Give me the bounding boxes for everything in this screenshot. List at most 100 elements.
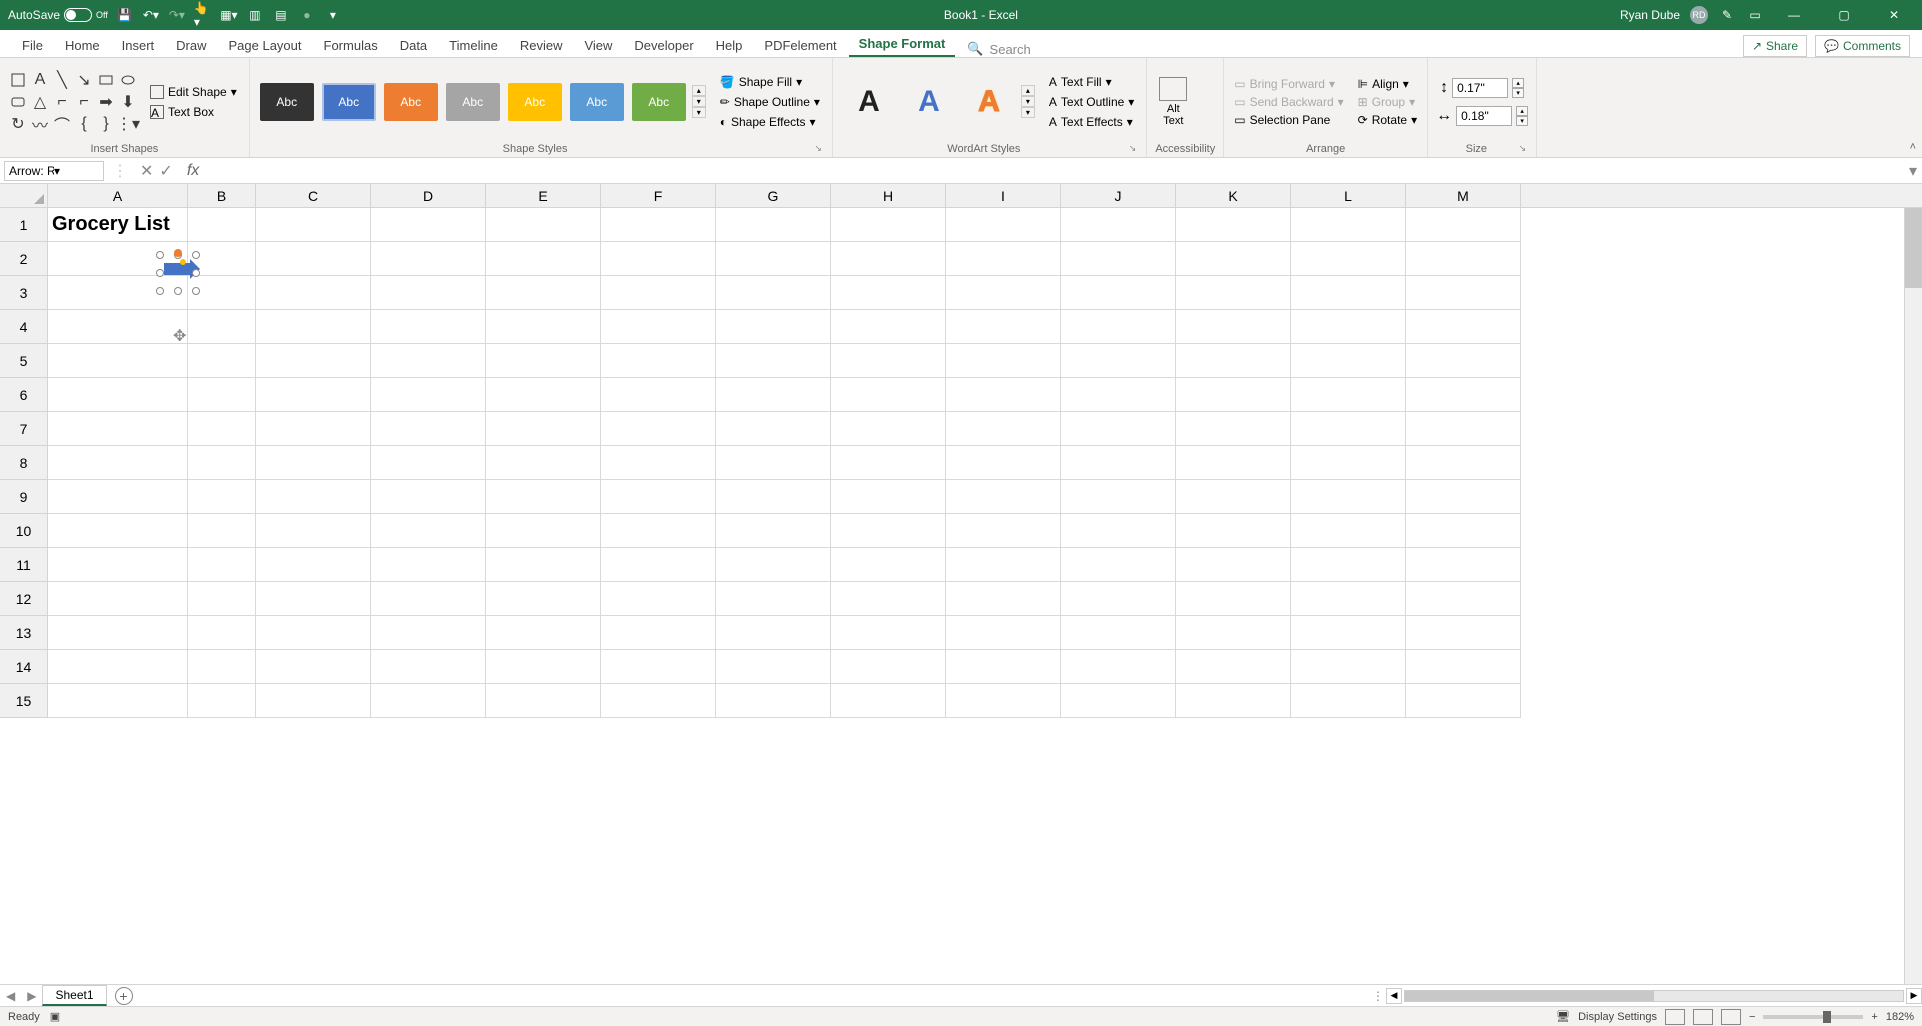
formula-input[interactable]: [205, 161, 1904, 180]
cell[interactable]: [371, 310, 486, 344]
add-sheet-button[interactable]: +: [115, 987, 133, 1005]
hscroll-left-icon[interactable]: ◀: [1386, 988, 1402, 1004]
cell[interactable]: [601, 582, 716, 616]
sheet-next-icon[interactable]: ▶: [21, 989, 42, 1003]
cell[interactable]: [1061, 344, 1176, 378]
cell[interactable]: [831, 548, 946, 582]
qa-icon-4[interactable]: ●: [298, 6, 316, 24]
cell[interactable]: [48, 480, 188, 514]
cell[interactable]: [48, 582, 188, 616]
cell[interactable]: [188, 548, 256, 582]
shape-arrow-right-icon[interactable]: ➡: [96, 92, 116, 112]
cell[interactable]: [48, 412, 188, 446]
zoom-out-button[interactable]: −: [1749, 1011, 1755, 1023]
tab-insert[interactable]: Insert: [112, 34, 165, 57]
cell[interactable]: [1176, 310, 1291, 344]
cell[interactable]: [831, 616, 946, 650]
cell[interactable]: [1176, 684, 1291, 718]
cell[interactable]: [1291, 208, 1406, 242]
cell[interactable]: [946, 650, 1061, 684]
cell[interactable]: [1176, 242, 1291, 276]
search-box[interactable]: 🔍 Search: [957, 41, 1040, 57]
cell[interactable]: [946, 378, 1061, 412]
shape-style-1[interactable]: Abc: [260, 83, 314, 121]
shape-text-vert-icon[interactable]: A: [30, 70, 50, 90]
shape-brace-l-icon[interactable]: {: [74, 114, 94, 134]
col-header-B[interactable]: B: [188, 184, 256, 207]
cell[interactable]: [1406, 616, 1521, 650]
shape-l-icon[interactable]: ⌐: [52, 92, 72, 112]
cell[interactable]: [486, 412, 601, 446]
cell[interactable]: [371, 650, 486, 684]
shape-style-3[interactable]: Abc: [384, 83, 438, 121]
cell[interactable]: [1291, 514, 1406, 548]
cell[interactable]: [371, 548, 486, 582]
text-outline-button[interactable]: AText Outline▾: [1045, 93, 1138, 111]
cell[interactable]: [601, 446, 716, 480]
cell[interactable]: [1176, 650, 1291, 684]
tab-help[interactable]: Help: [706, 34, 753, 57]
resize-handle[interactable]: [156, 251, 164, 259]
cell[interactable]: [256, 548, 371, 582]
cell[interactable]: [946, 548, 1061, 582]
cell[interactable]: [371, 684, 486, 718]
cell[interactable]: [946, 276, 1061, 310]
row-header-6[interactable]: 6: [0, 378, 48, 412]
cell[interactable]: [1176, 412, 1291, 446]
cell[interactable]: [1406, 378, 1521, 412]
save-icon[interactable]: 💾: [116, 6, 134, 24]
cell[interactable]: [831, 684, 946, 718]
select-all-button[interactable]: [0, 184, 48, 207]
col-header-F[interactable]: F: [601, 184, 716, 207]
col-header-M[interactable]: M: [1406, 184, 1521, 207]
tab-developer[interactable]: Developer: [624, 34, 703, 57]
name-box[interactable]: Arrow: Rig...▾: [4, 161, 104, 181]
cell[interactable]: [831, 412, 946, 446]
cell[interactable]: [1406, 548, 1521, 582]
fx-icon[interactable]: fx: [181, 162, 205, 180]
cell[interactable]: [716, 548, 831, 582]
cell[interactable]: [256, 378, 371, 412]
cell[interactable]: [371, 242, 486, 276]
rotate-button[interactable]: ⟳Rotate▾: [1356, 112, 1419, 128]
row-header-14[interactable]: 14: [0, 650, 48, 684]
cell[interactable]: [256, 242, 371, 276]
cell[interactable]: [188, 514, 256, 548]
display-settings-icon[interactable]: 🖥: [1556, 1010, 1570, 1023]
cell[interactable]: [831, 242, 946, 276]
cell[interactable]: [371, 412, 486, 446]
row-header-5[interactable]: 5: [0, 344, 48, 378]
cell[interactable]: [1406, 310, 1521, 344]
col-header-D[interactable]: D: [371, 184, 486, 207]
cell[interactable]: [371, 344, 486, 378]
shape-text-icon[interactable]: [8, 70, 28, 90]
row-header-9[interactable]: 9: [0, 480, 48, 514]
cell[interactable]: [716, 310, 831, 344]
cell[interactable]: [831, 276, 946, 310]
shape-arrow-line-icon[interactable]: ↘: [74, 70, 94, 90]
cell[interactable]: [946, 412, 1061, 446]
cells-grid[interactable]: Grocery List: [48, 208, 1922, 718]
enter-formula-icon[interactable]: ✓: [159, 161, 172, 181]
cell[interactable]: [256, 582, 371, 616]
cell[interactable]: [1291, 650, 1406, 684]
text-effects-button[interactable]: AText Effects▾: [1045, 113, 1138, 131]
tab-data[interactable]: Data: [390, 34, 437, 57]
cell[interactable]: [1291, 378, 1406, 412]
cell[interactable]: [831, 480, 946, 514]
shape-style-5[interactable]: Abc: [508, 83, 562, 121]
pen-icon[interactable]: ✎: [1718, 6, 1736, 24]
cell[interactable]: [946, 242, 1061, 276]
adjustment-handle[interactable]: [180, 259, 186, 265]
collapse-ribbon-icon[interactable]: ˄: [1910, 141, 1916, 153]
col-header-I[interactable]: I: [946, 184, 1061, 207]
cell[interactable]: [371, 446, 486, 480]
undo-icon[interactable]: ↶▾: [142, 6, 160, 24]
cell[interactable]: [1061, 480, 1176, 514]
cell[interactable]: [601, 480, 716, 514]
align-button[interactable]: ⊫Align▾: [1356, 76, 1419, 92]
sheet-tab-sheet1[interactable]: Sheet1: [42, 985, 106, 1006]
cell[interactable]: [256, 514, 371, 548]
qa-icon-1[interactable]: ▦▾: [220, 6, 238, 24]
redo-icon[interactable]: ↷▾: [168, 6, 186, 24]
